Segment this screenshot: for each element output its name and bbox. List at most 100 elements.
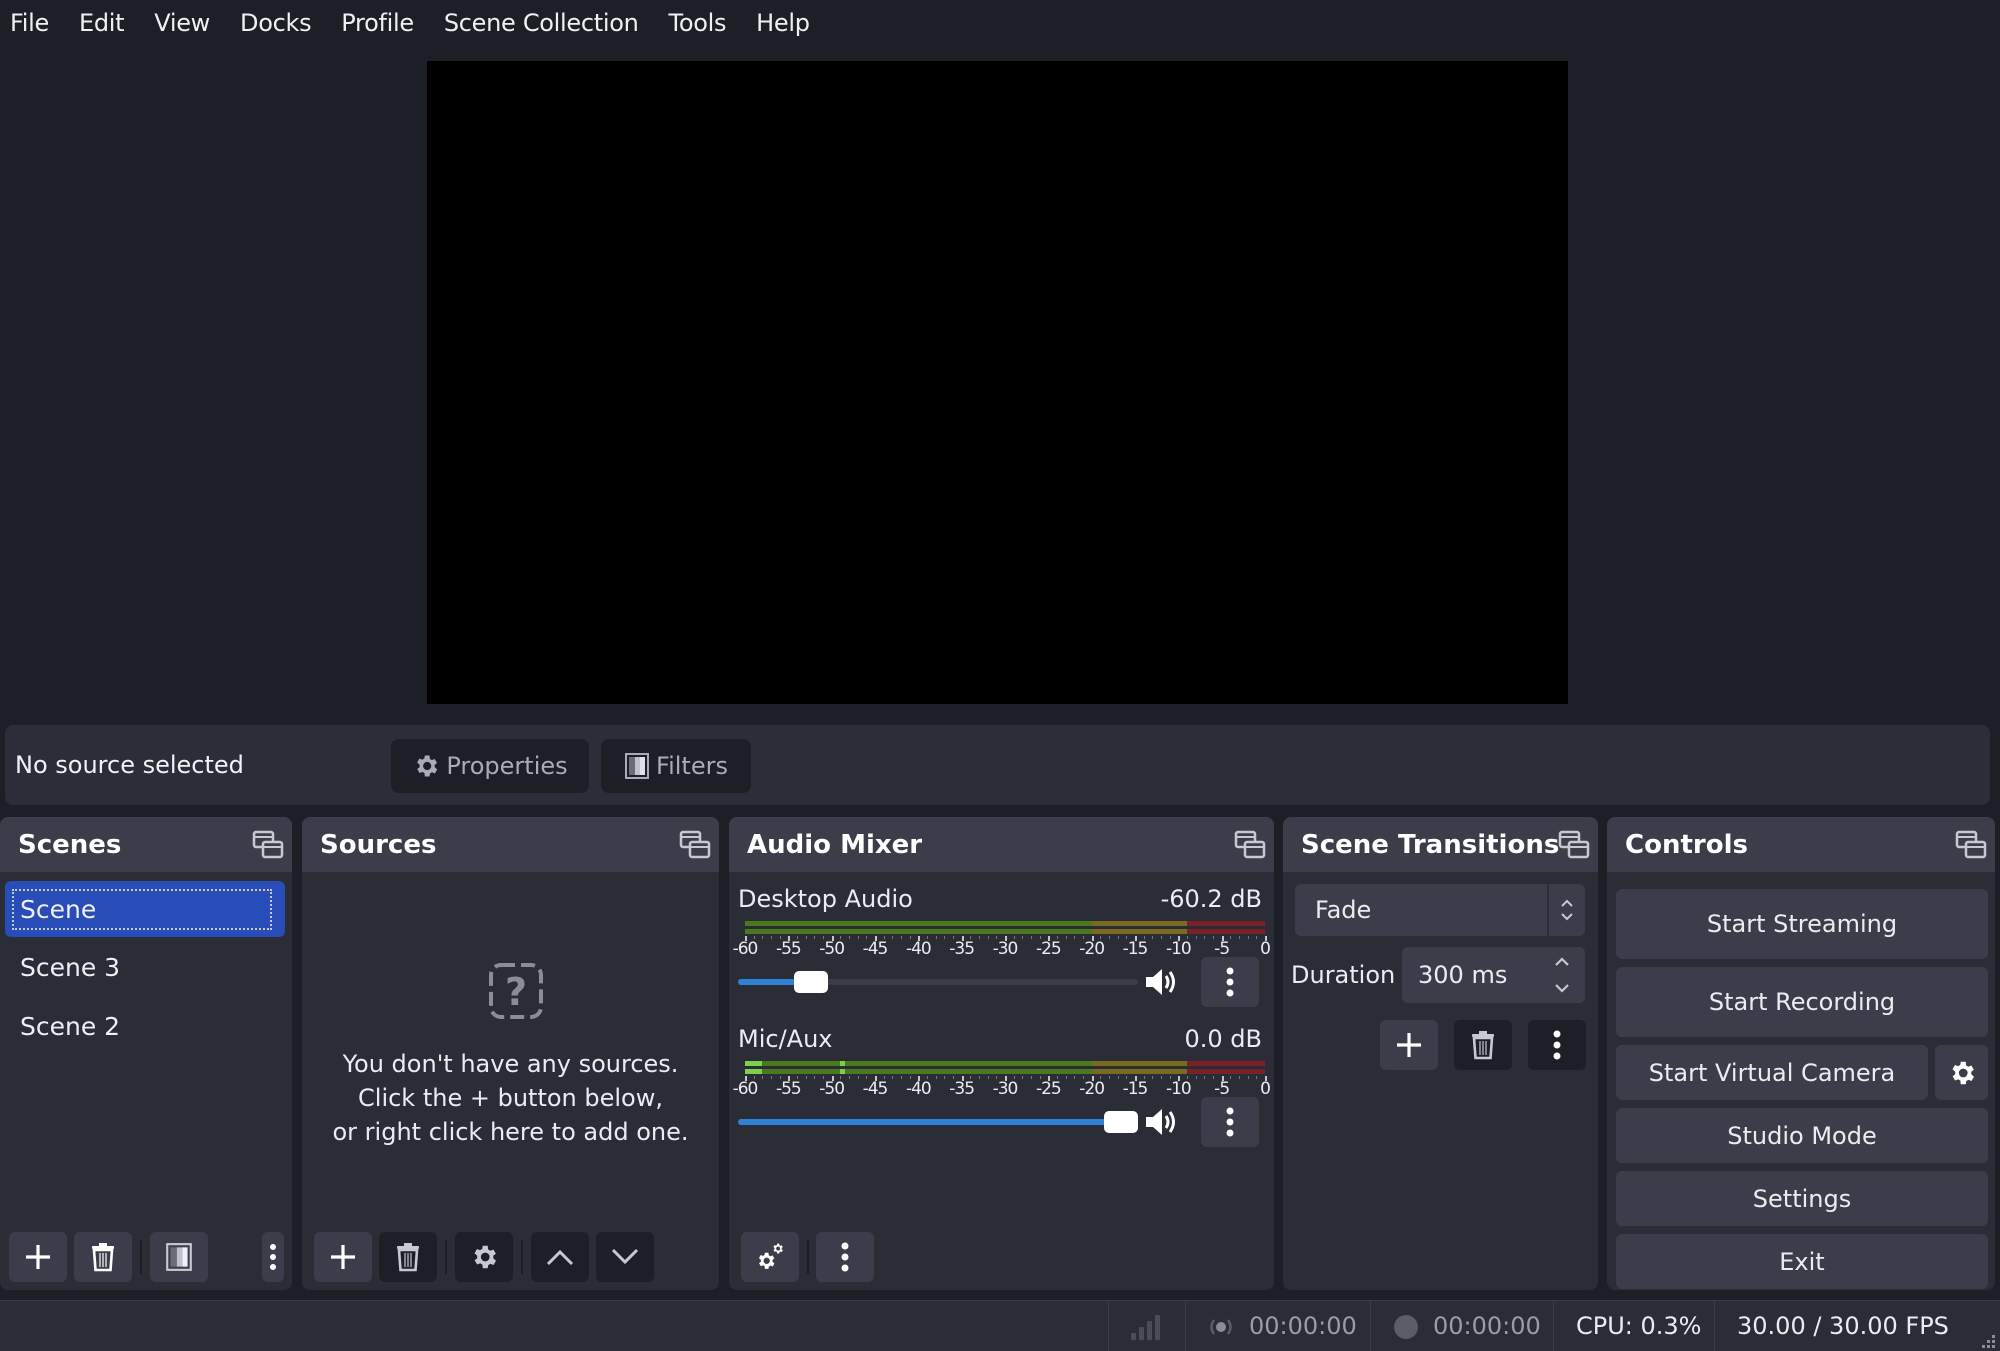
scenes-menu-button[interactable] (262, 1232, 284, 1282)
tick-minor (805, 1076, 807, 1079)
remove-source-button[interactable] (379, 1232, 437, 1282)
toolbar-separator (807, 1240, 809, 1274)
remove-scene-button[interactable] (74, 1232, 132, 1282)
kebab-icon (1226, 1107, 1234, 1137)
tick-label: -55 (775, 939, 802, 959)
volume-slider[interactable] (738, 971, 1138, 993)
tick-minor (1204, 1076, 1206, 1079)
filters-button[interactable]: Filters (601, 739, 751, 793)
start-recording-button[interactable]: Start Recording (1616, 967, 1988, 1037)
duration-spinbox[interactable]: 300 ms (1402, 947, 1585, 1003)
volume-slider[interactable] (738, 1111, 1138, 1133)
mixer-header: Audio Mixer (729, 817, 1274, 872)
menu-tools[interactable]: Tools (669, 9, 727, 37)
undock-icon[interactable] (252, 830, 284, 860)
advanced-audio-button[interactable] (741, 1232, 799, 1282)
sources-header: Sources (302, 817, 719, 872)
undock-icon[interactable] (679, 830, 711, 860)
plus-icon (331, 1245, 355, 1269)
undock-icon[interactable] (1955, 830, 1987, 860)
tick-minor (857, 1076, 859, 1079)
signal-strength-icon (1131, 1315, 1160, 1340)
tick-minor (1230, 1076, 1232, 1079)
start-streaming-button[interactable]: Start Streaming (1616, 889, 1988, 959)
speaker-icon[interactable] (1143, 966, 1179, 998)
tick-label: -25 (1035, 939, 1062, 959)
tick-label: -35 (949, 939, 975, 959)
tick-minor (1031, 1076, 1032, 1079)
volume-slider-thumb[interactable] (1104, 1111, 1138, 1133)
channel-menu-button[interactable] (1201, 1097, 1259, 1147)
mixer-menu-button[interactable] (816, 1232, 874, 1282)
exit-button[interactable]: Exit (1616, 1234, 1988, 1289)
tick-minor (1117, 1076, 1119, 1079)
settings-button[interactable]: Settings (1616, 1171, 1988, 1226)
tick-minor (1074, 936, 1076, 939)
toolbar-separator (521, 1240, 523, 1274)
kebab-icon (270, 1244, 276, 1270)
volume-slider-thumb[interactable] (794, 971, 828, 993)
menu-view[interactable]: View (154, 9, 210, 37)
add-transition-button[interactable] (1380, 1020, 1438, 1070)
virtual-camera-settings-button[interactable] (1935, 1045, 1988, 1100)
tick-minor (1022, 1076, 1024, 1079)
status-separator (1108, 1301, 1109, 1351)
tick-minor (1247, 1076, 1249, 1079)
menu-profile[interactable]: Profile (341, 9, 414, 37)
tick-minor (1195, 936, 1197, 939)
tick-minor (1161, 936, 1162, 939)
scene-label: Scene (12, 888, 272, 930)
move-source-down-button[interactable] (596, 1232, 654, 1282)
volume-meter (745, 1061, 1265, 1075)
scene-item-scene-3[interactable]: Scene 3 (5, 939, 285, 995)
source-properties-button[interactable] (455, 1232, 513, 1282)
channel-menu-button[interactable] (1201, 957, 1259, 1007)
meter-scale: -60 -55 -50 -45 -40 -35 -30 -25 -20 -15 -10 -5 0 (733, 1076, 1271, 1100)
studio-mode-button[interactable]: Studio Mode (1616, 1108, 1988, 1163)
scene-item-scene-2[interactable]: Scene 2 (5, 998, 285, 1054)
remove-transition-button[interactable] (1454, 1020, 1512, 1070)
tick-minor (762, 936, 764, 939)
controls-dock: Controls Start Streaming Start Recording… (1607, 817, 1995, 1290)
properties-button[interactable]: Properties (391, 739, 589, 793)
tick-label: -10 (1165, 1079, 1192, 1099)
menu-file[interactable]: File (10, 9, 49, 37)
menu-docks[interactable]: Docks (240, 9, 312, 37)
tick-minor (979, 1076, 980, 1079)
start-virtual-camera-button[interactable]: Start Virtual Camera (1616, 1045, 1928, 1100)
add-scene-button[interactable] (9, 1232, 67, 1282)
sources-dock[interactable]: Sources ? You don't have any sources. Cl… (302, 817, 719, 1290)
tick-label: -30 (992, 939, 1019, 959)
trash-icon (1472, 1031, 1494, 1060)
transition-menu-button[interactable] (1528, 1020, 1586, 1070)
transition-select[interactable]: Fade (1295, 884, 1585, 936)
menu-help[interactable]: Help (756, 9, 810, 37)
meter-bar (745, 1061, 1265, 1066)
tick-label: -45 (862, 1079, 889, 1099)
controls-title: Controls (1625, 829, 1748, 860)
menu-scene-collection[interactable]: Scene Collection (444, 9, 639, 37)
spin-arrows-icon[interactable] (1553, 955, 1571, 995)
undock-icon[interactable] (1558, 830, 1590, 860)
undock-icon[interactable] (1234, 830, 1266, 860)
scenes-title: Scenes (18, 829, 122, 860)
scene-filters-button[interactable] (150, 1232, 208, 1282)
meter-segment (1186, 1069, 1265, 1074)
tick-minor (1109, 936, 1110, 939)
move-source-up-button[interactable] (531, 1232, 589, 1282)
meter-segment (1186, 921, 1265, 926)
scene-item-scene[interactable]: Scene (5, 881, 285, 937)
tick-minor (814, 936, 816, 939)
source-toolbar: No source selected Properties Filters (5, 725, 1990, 805)
tick-minor (935, 1076, 937, 1079)
add-source-button[interactable] (314, 1232, 372, 1282)
transitions-title: Scene Transitions (1301, 829, 1560, 860)
plus-icon (1397, 1033, 1421, 1057)
speaker-icon[interactable] (1143, 1106, 1179, 1138)
tick-label: -20 (1079, 939, 1105, 959)
controls-header: Controls (1607, 817, 1995, 872)
preview-canvas[interactable] (427, 61, 1568, 704)
sources-empty-message: You don't have any sources. Click the + … (302, 1047, 719, 1149)
resize-grip-icon[interactable] (1978, 1333, 1996, 1351)
menu-edit[interactable]: Edit (79, 9, 125, 37)
